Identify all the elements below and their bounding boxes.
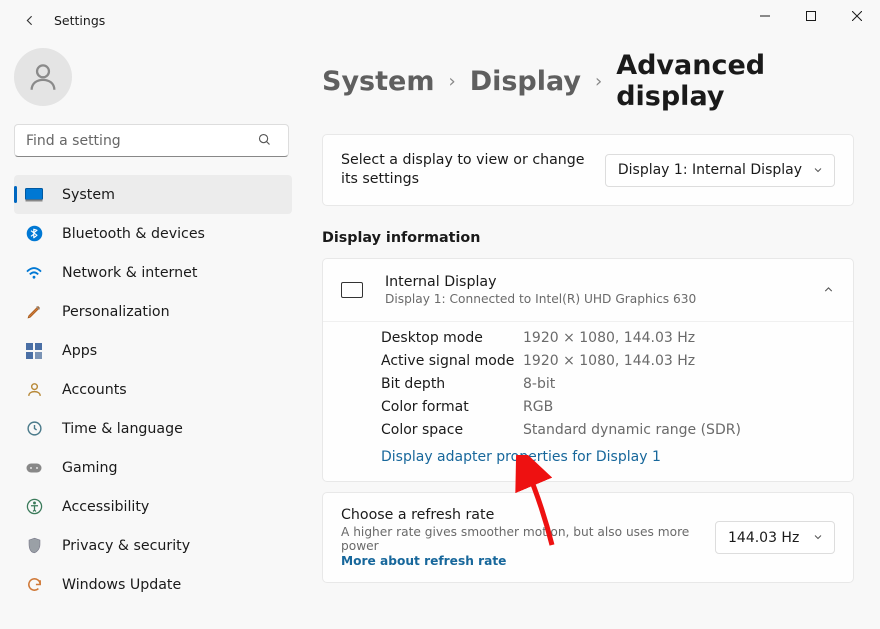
paint-icon — [24, 302, 44, 322]
arrow-left-icon — [21, 12, 38, 29]
shield-icon — [24, 536, 44, 556]
monitor-icon — [341, 282, 363, 298]
display-name: Internal Display — [385, 274, 696, 290]
chevron-right-icon: › — [595, 71, 602, 92]
refresh-rate-dropdown[interactable]: 144.03 Hz — [715, 521, 835, 554]
clock-icon — [24, 419, 44, 439]
refresh-desc: A higher rate gives smoother motion, but… — [341, 525, 715, 553]
row-color-format: Color formatRGB — [381, 395, 835, 418]
minimize-button[interactable] — [742, 0, 788, 32]
maximize-button[interactable] — [788, 0, 834, 32]
page-title: Advanced display — [616, 50, 854, 112]
refresh-rate-value: 144.03 Hz — [728, 530, 799, 546]
sidebar-item-personalization[interactable]: Personalization — [14, 292, 292, 331]
display-info-card: Internal Display Display 1: Connected to… — [322, 258, 854, 482]
chevron-down-icon — [812, 531, 824, 547]
sidebar-item-label: Windows Update — [62, 577, 181, 593]
gaming-icon — [24, 458, 44, 478]
maximize-icon — [806, 11, 816, 21]
chevron-up-icon — [822, 281, 835, 300]
sidebar-item-system[interactable]: System — [14, 175, 292, 214]
back-button[interactable] — [10, 1, 48, 39]
sidebar-item-accounts[interactable]: Accounts — [14, 370, 292, 409]
update-icon — [24, 575, 44, 595]
sidebar-item-accessibility[interactable]: Accessibility — [14, 487, 292, 526]
accounts-icon — [24, 380, 44, 400]
chevron-down-icon — [812, 164, 824, 180]
sidebar-item-network[interactable]: Network & internet — [14, 253, 292, 292]
sidebar-item-bluetooth[interactable]: Bluetooth & devices — [14, 214, 292, 253]
display-sub: Display 1: Connected to Intel(R) UHD Gra… — [385, 292, 696, 306]
breadcrumb-display[interactable]: Display — [470, 66, 581, 97]
sidebar-item-label: System — [62, 187, 115, 203]
sidebar-item-apps[interactable]: Apps — [14, 331, 292, 370]
section-title-display-info: Display information — [322, 230, 854, 246]
sidebar-item-label: Accounts — [62, 382, 127, 398]
sidebar-item-label: Network & internet — [62, 265, 197, 281]
row-desktop-mode: Desktop mode1920 × 1080, 144.03 Hz — [381, 326, 835, 349]
breadcrumb-system[interactable]: System — [322, 66, 434, 97]
display-selector-card: Select a display to view or change its s… — [322, 134, 854, 206]
sidebar-item-label: Accessibility — [62, 499, 149, 515]
sidebar-item-gaming[interactable]: Gaming — [14, 448, 292, 487]
display-selector-prompt: Select a display to view or change its s… — [341, 151, 591, 189]
close-icon — [852, 11, 862, 21]
sidebar-item-label: Privacy & security — [62, 538, 190, 554]
sidebar-item-label: Gaming — [62, 460, 117, 476]
window-title: Settings — [48, 13, 105, 28]
apps-icon — [24, 341, 44, 361]
adapter-properties-link[interactable]: Display adapter properties for Display 1 — [381, 449, 661, 465]
sidebar-item-time-language[interactable]: Time & language — [14, 409, 292, 448]
breadcrumb: System › Display › Advanced display — [322, 50, 854, 112]
sidebar-item-label: Personalization — [62, 304, 170, 320]
bluetooth-icon — [24, 224, 44, 244]
chevron-right-icon: › — [448, 71, 455, 92]
accessibility-icon — [24, 497, 44, 517]
refresh-more-link[interactable]: More about refresh rate — [341, 554, 715, 568]
minimize-icon — [760, 11, 770, 21]
row-color-space: Color spaceStandard dynamic range (SDR) — [381, 418, 835, 441]
sidebar-item-privacy[interactable]: Privacy & security — [14, 526, 292, 565]
avatar[interactable] — [14, 48, 72, 106]
search-input[interactable] — [14, 124, 289, 157]
sidebar-item-label: Bluetooth & devices — [62, 226, 205, 242]
wifi-icon — [24, 263, 44, 283]
display-selector-dropdown[interactable]: Display 1: Internal Display — [605, 154, 835, 187]
display-info-header[interactable]: Internal Display Display 1: Connected to… — [323, 259, 853, 321]
refresh-rate-card: Choose a refresh rate A higher rate give… — [322, 492, 854, 583]
row-active-signal: Active signal mode1920 × 1080, 144.03 Hz — [381, 349, 835, 372]
refresh-title: Choose a refresh rate — [341, 507, 715, 523]
person-icon — [26, 60, 60, 94]
system-icon — [24, 185, 44, 205]
sidebar-item-label: Apps — [62, 343, 97, 359]
close-button[interactable] — [834, 0, 880, 32]
display-selector-value: Display 1: Internal Display — [618, 162, 802, 178]
row-bit-depth: Bit depth8-bit — [381, 372, 835, 395]
sidebar-item-label: Time & language — [62, 421, 183, 437]
sidebar-item-update[interactable]: Windows Update — [14, 565, 292, 604]
